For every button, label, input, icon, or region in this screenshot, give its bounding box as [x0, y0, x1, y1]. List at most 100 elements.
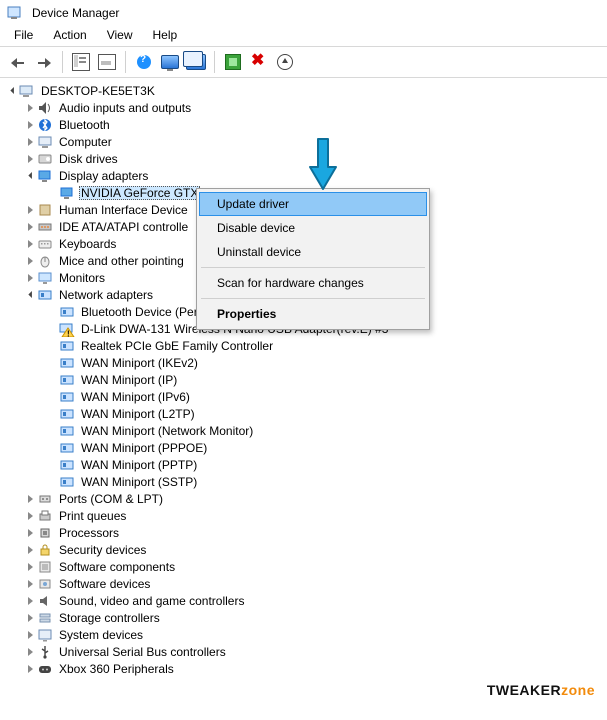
toolbar: ✖ [0, 46, 607, 78]
category-processors[interactable]: Processors [6, 524, 603, 541]
svg-text:!: ! [67, 329, 70, 337]
disk-icon [37, 151, 53, 167]
expander-icon[interactable] [24, 204, 36, 216]
watermark-sub: zone [561, 682, 595, 698]
back-button[interactable] [6, 50, 30, 74]
expander-icon[interactable] [24, 136, 36, 148]
expander-icon[interactable] [24, 221, 36, 233]
expander-icon[interactable] [24, 629, 36, 641]
menu-file[interactable]: File [4, 26, 43, 44]
system-icon [37, 627, 53, 643]
menu-help[interactable]: Help [143, 26, 188, 44]
device-realtek[interactable]: Realtek PCIe GbE Family Controller [6, 337, 603, 354]
device-wan-ikev2[interactable]: WAN Miniport (IKEv2) [6, 354, 603, 371]
titlebar: Device Manager [0, 0, 607, 24]
expander-icon[interactable] [24, 663, 36, 675]
expander-icon[interactable] [24, 510, 36, 522]
network-adapter-icon [59, 457, 75, 473]
expander-icon[interactable] [24, 493, 36, 505]
network-adapter-icon [37, 287, 53, 303]
expander-icon[interactable] [24, 578, 36, 590]
category-disk-drives[interactable]: Disk drives [6, 150, 603, 167]
expander-icon[interactable] [24, 612, 36, 624]
category-computer[interactable]: Computer [6, 133, 603, 150]
network-adapter-warning-icon: ! [59, 321, 75, 337]
network-adapter-icon [59, 338, 75, 354]
expander-icon[interactable] [24, 153, 36, 165]
ctx-uninstall-device[interactable]: Uninstall device [199, 240, 427, 264]
panel-icon [72, 53, 90, 71]
category-security[interactable]: Security devices [6, 541, 603, 558]
device-wan-pptp[interactable]: WAN Miniport (PPTP) [6, 456, 603, 473]
watermark: TWEAKERzone [487, 682, 595, 698]
expander-icon[interactable] [24, 544, 36, 556]
up-arrow-circle-icon [277, 54, 293, 70]
category-ports[interactable]: Ports (COM & LPT) [6, 490, 603, 507]
expander-icon[interactable] [6, 85, 18, 97]
expander-icon[interactable] [24, 119, 36, 131]
expander-icon[interactable] [24, 272, 36, 284]
ctx-disable-device[interactable]: Disable device [199, 216, 427, 240]
network-adapter-icon [59, 389, 75, 405]
device-wan-sstp[interactable]: WAN Miniport (SSTP) [6, 473, 603, 490]
display-devices-button[interactable] [184, 50, 208, 74]
network-adapter-icon [59, 355, 75, 371]
expander-icon[interactable] [24, 527, 36, 539]
view-button[interactable] [158, 50, 182, 74]
tree-root[interactable]: DESKTOP-KE5ET3K [6, 82, 603, 99]
help-button[interactable] [132, 50, 156, 74]
menu-view[interactable]: View [97, 26, 143, 44]
category-storage[interactable]: Storage controllers [6, 609, 603, 626]
expander-icon[interactable] [24, 255, 36, 267]
category-usb[interactable]: Universal Serial Bus controllers [6, 643, 603, 660]
expander-icon[interactable] [24, 646, 36, 658]
display-adapter-icon [59, 185, 75, 201]
help-icon [137, 55, 151, 69]
category-sw-devices[interactable]: Software devices [6, 575, 603, 592]
monitor-icon [161, 55, 179, 69]
hid-icon [37, 202, 53, 218]
expander-icon[interactable] [24, 289, 36, 301]
menu-action[interactable]: Action [43, 26, 96, 44]
network-adapter-icon [59, 423, 75, 439]
show-hide-tree-button[interactable] [69, 50, 93, 74]
ctx-update-driver[interactable]: Update driver [199, 192, 427, 216]
monitor-icon [37, 270, 53, 286]
sound-icon [37, 593, 53, 609]
category-sw-components[interactable]: Software components [6, 558, 603, 575]
device-wan-netmon[interactable]: WAN Miniport (Network Monitor) [6, 422, 603, 439]
expander-icon[interactable] [24, 102, 36, 114]
forward-button[interactable] [32, 50, 56, 74]
computer-root-icon [19, 83, 35, 99]
expander-icon[interactable] [24, 238, 36, 250]
printer-icon [37, 508, 53, 524]
properties-icon [98, 54, 116, 70]
bluetooth-icon [37, 117, 53, 133]
category-audio[interactable]: Audio inputs and outputs [6, 99, 603, 116]
device-tree[interactable]: DESKTOP-KE5ET3K Audio inputs and outputs… [0, 78, 607, 681]
category-display-adapters[interactable]: Display adapters [6, 167, 603, 184]
category-print-queues[interactable]: Print queues [6, 507, 603, 524]
expander-icon[interactable] [24, 170, 36, 182]
remove-device-button[interactable]: ✖ [247, 50, 271, 74]
context-menu: Update driver Disable device Uninstall d… [196, 188, 430, 330]
properties-button[interactable] [95, 50, 119, 74]
device-wan-pppoe[interactable]: WAN Miniport (PPPOE) [6, 439, 603, 456]
device-wan-l2tp[interactable]: WAN Miniport (L2TP) [6, 405, 603, 422]
update-driver-button[interactable] [273, 50, 297, 74]
ctx-scan-hardware[interactable]: Scan for hardware changes [199, 271, 427, 295]
device-wan-ip[interactable]: WAN Miniport (IP) [6, 371, 603, 388]
expander-icon[interactable] [24, 561, 36, 573]
category-sound[interactable]: Sound, video and game controllers [6, 592, 603, 609]
category-bluetooth[interactable]: Bluetooth [6, 116, 603, 133]
computer-icon [37, 134, 53, 150]
mouse-icon [37, 253, 53, 269]
dual-monitor-icon [186, 54, 206, 70]
ctx-properties[interactable]: Properties [199, 302, 427, 326]
network-adapter-icon [59, 304, 75, 320]
scan-hardware-button[interactable] [221, 50, 245, 74]
device-wan-ipv6[interactable]: WAN Miniport (IPv6) [6, 388, 603, 405]
category-xbox[interactable]: Xbox 360 Peripherals [6, 660, 603, 677]
category-system[interactable]: System devices [6, 626, 603, 643]
expander-icon[interactable] [24, 595, 36, 607]
